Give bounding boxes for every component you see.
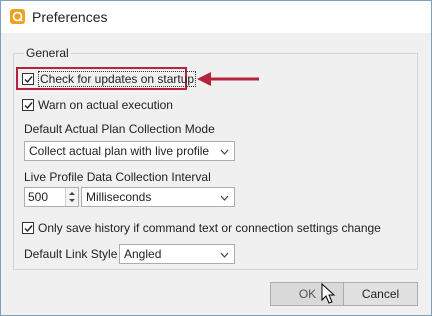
interval-spinner[interactable]: 500	[24, 187, 79, 207]
plan-mode-select[interactable]: Collect actual plan with live profile	[24, 141, 235, 161]
interval-label: Live Profile Data Collection Interval	[24, 170, 211, 184]
general-group-label: General	[24, 46, 71, 60]
link-style-label: Default Link Style	[24, 247, 118, 261]
check-updates-option[interactable]: Check for updates on startup	[22, 71, 197, 87]
checkmark-icon	[24, 225, 33, 233]
interval-unit-value: Milliseconds	[86, 190, 152, 204]
pointer-arrow-icon	[197, 72, 259, 86]
spinner-buttons[interactable]	[65, 188, 78, 206]
link-style-value: Angled	[124, 247, 162, 261]
app-icon	[10, 9, 25, 24]
spinner-arrows-icon	[69, 192, 75, 202]
chevron-down-icon	[220, 252, 229, 258]
warn-execution-label: Warn on actual execution	[38, 98, 173, 112]
cancel-button[interactable]: Cancel	[343, 282, 418, 306]
checkmark-icon	[24, 76, 33, 84]
chevron-down-icon	[220, 195, 229, 201]
checkmark-icon	[24, 102, 33, 110]
save-history-option[interactable]: Only save history if command text or con…	[22, 220, 381, 236]
check-updates-checkbox[interactable]	[22, 73, 34, 85]
link-style-select[interactable]: Angled	[119, 244, 235, 264]
window-title: Preferences	[32, 9, 108, 25]
plan-mode-label: Default Actual Plan Collection Mode	[24, 122, 215, 136]
check-updates-label: Check for updates on startup	[38, 71, 197, 87]
save-history-checkbox[interactable]	[22, 222, 34, 234]
save-history-label: Only save history if command text or con…	[38, 221, 381, 235]
title-bar: Preferences	[1, 1, 431, 33]
chevron-down-icon	[220, 149, 229, 155]
interval-unit-select[interactable]: Milliseconds	[81, 187, 235, 207]
interval-value: 500	[28, 190, 49, 204]
mouse-cursor-icon	[321, 283, 336, 304]
warn-execution-checkbox[interactable]	[22, 99, 34, 111]
plan-mode-value: Collect actual plan with live profile	[29, 144, 210, 158]
warn-execution-option[interactable]: Warn on actual execution	[22, 97, 173, 113]
